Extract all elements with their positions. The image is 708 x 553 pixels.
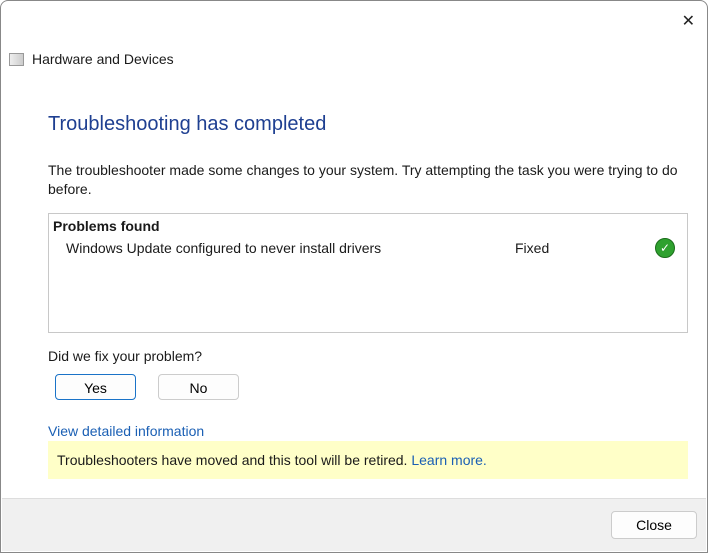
problems-list: Problems found Windows Update configured… xyxy=(48,213,688,333)
description: The troubleshooter made some changes to … xyxy=(48,162,678,197)
app-icon xyxy=(9,52,24,66)
view-details-link[interactable]: View detailed information xyxy=(48,423,204,439)
footer: Close xyxy=(2,498,706,551)
title-bar: Hardware and Devices xyxy=(9,51,174,67)
problem-status: Fixed xyxy=(515,240,550,256)
learn-more-link[interactable]: Learn more. xyxy=(411,452,486,468)
close-button[interactable]: Close xyxy=(611,511,697,539)
feedback-question: Did we fix your problem? xyxy=(48,348,203,364)
list-item: Windows Update configured to never insta… xyxy=(49,238,687,260)
problems-header: Problems found xyxy=(53,218,160,234)
no-button[interactable]: No xyxy=(158,374,239,400)
page-title: Troubleshooting has completed xyxy=(48,113,327,135)
check-icon: ✓ xyxy=(655,238,675,258)
troubleshooter-window: ✕ Hardware and Devices Troubleshooting h… xyxy=(0,0,708,553)
window-title: Hardware and Devices xyxy=(32,51,174,67)
banner-text: Troubleshooters have moved and this tool… xyxy=(57,452,408,468)
close-window-icon[interactable]: ✕ xyxy=(682,11,695,31)
yes-button[interactable]: Yes xyxy=(55,374,136,400)
retirement-banner: Troubleshooters have moved and this tool… xyxy=(48,441,688,479)
problem-title: Windows Update configured to never insta… xyxy=(66,240,382,256)
